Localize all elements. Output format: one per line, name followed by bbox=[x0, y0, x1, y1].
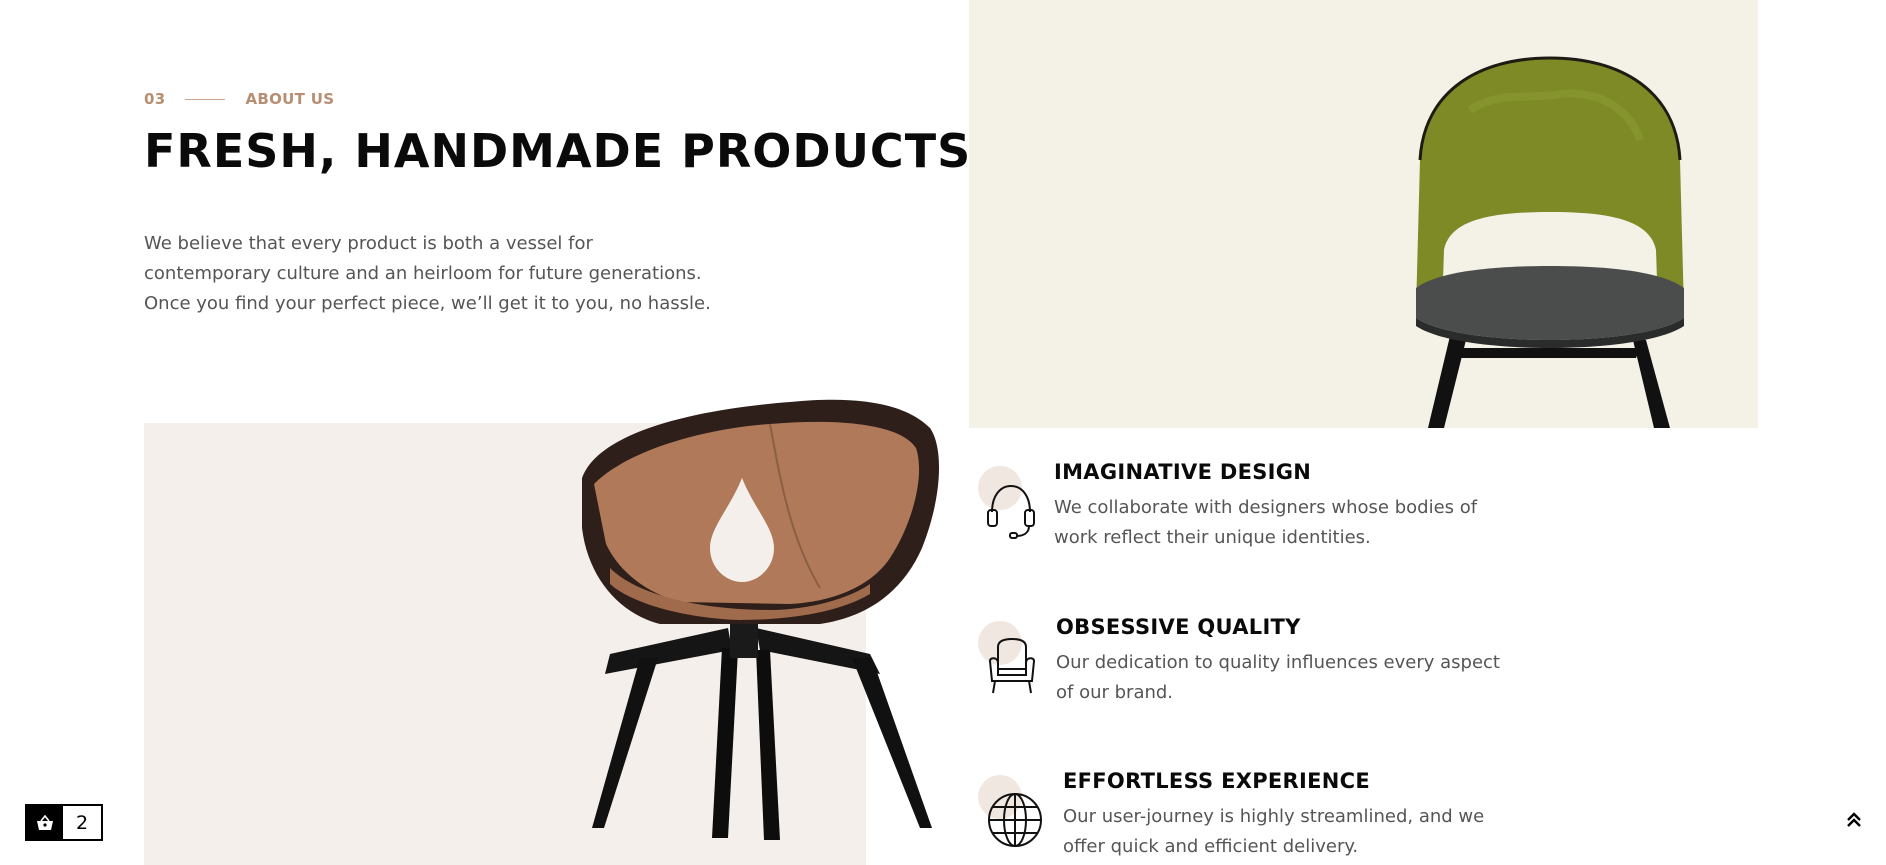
feature-title: OBSESSIVE QUALITY bbox=[1056, 615, 1301, 639]
feature-icon-wrap bbox=[978, 466, 1042, 539]
armchair-icon bbox=[988, 637, 1036, 694]
globe-icon bbox=[988, 793, 1042, 847]
feature-title: IMAGINATIVE DESIGN bbox=[1054, 460, 1312, 484]
cart-count: 2 bbox=[75, 811, 89, 834]
brown-swivel-chair-image bbox=[582, 399, 940, 840]
about-section: 03 ABOUT US FRESH, HANDMADE PRODUCTS We … bbox=[0, 0, 1886, 865]
section-title: FRESH, HANDMADE PRODUCTS bbox=[144, 124, 972, 178]
section-number: 03 bbox=[144, 90, 166, 108]
scroll-to-top-button[interactable] bbox=[1842, 808, 1866, 832]
feature-text: Our dedication to quality influences eve… bbox=[1056, 652, 1500, 703]
feature-icon-wrap bbox=[978, 621, 1042, 694]
eyebrow-divider bbox=[185, 98, 226, 100]
cart-button[interactable]: 2 bbox=[25, 804, 103, 841]
basket-icon bbox=[27, 806, 63, 839]
section-description: We believe that every product is both a … bbox=[144, 233, 711, 314]
green-velvet-chair-image bbox=[1416, 56, 1684, 428]
headset-icon bbox=[987, 484, 1035, 539]
feature-title: EFFORTLESS EXPERIENCE bbox=[1063, 769, 1371, 793]
feature-text: Our user-journey is highly streamlined, … bbox=[1063, 806, 1485, 857]
section-label: ABOUT US bbox=[245, 90, 335, 108]
feature-icon-wrap bbox=[978, 775, 1042, 847]
feature-text: We collaborate with designers whose bodi… bbox=[1054, 497, 1478, 548]
double-chevron-up-icon bbox=[1847, 812, 1861, 827]
section-eyebrow: 03 ABOUT US bbox=[144, 90, 334, 108]
